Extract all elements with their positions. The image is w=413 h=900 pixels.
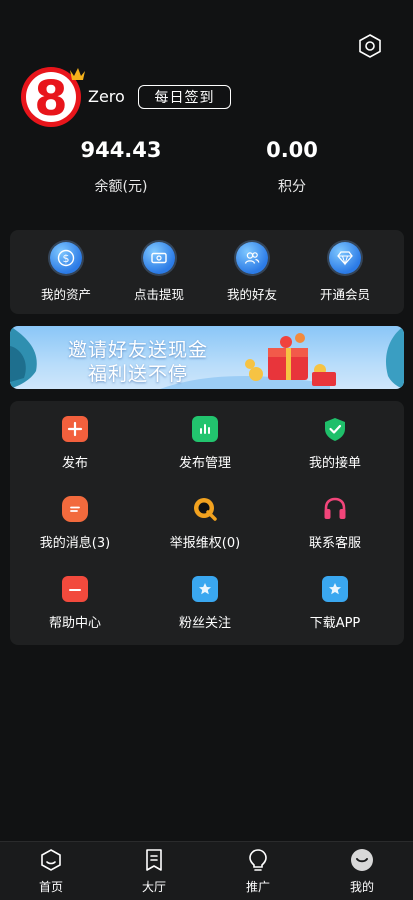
grid-item-help-center[interactable]: 帮助中心 — [10, 576, 140, 631]
bar-chart-icon — [192, 416, 218, 442]
points-label: 积分 — [278, 179, 306, 195]
plus-icon — [62, 416, 88, 442]
quick-action-friends[interactable]: 我的好友 — [207, 242, 297, 303]
invite-banner[interactable]: 邀请好友送现金 福利送不停 — [10, 326, 404, 389]
grid-item-label: 发布 — [61, 456, 88, 471]
grid-item-label: 我的接单 — [308, 456, 361, 471]
quick-action-label: 我的资产 — [40, 287, 91, 302]
profile-icon — [350, 848, 374, 872]
avatar-digit: 8 — [34, 71, 67, 127]
tab-hall[interactable]: 大厅 — [124, 848, 184, 895]
balance-value: 944.43 — [80, 138, 162, 162]
tab-mine[interactable]: 我的 — [332, 848, 392, 895]
headset-icon — [322, 496, 348, 522]
grid-item-messages[interactable]: 我的消息(3) — [10, 496, 140, 551]
quick-action-label: 点击提现 — [133, 287, 184, 302]
tab-label: 首页 — [38, 880, 63, 894]
dollar-coin-icon: $ — [50, 242, 82, 274]
tab-label: 我的 — [349, 880, 374, 894]
tab-promote[interactable]: 推广 — [228, 848, 288, 895]
daily-checkin-button[interactable]: 每日签到 — [138, 85, 231, 109]
settings-icon[interactable] — [357, 33, 383, 59]
grid-item-label: 联系客服 — [308, 536, 361, 551]
tab-label: 大厅 — [141, 880, 166, 894]
grid-item-label: 我的消息(3) — [39, 536, 111, 551]
quick-action-membership[interactable]: 开通会员 — [300, 242, 390, 303]
feature-grid-card: 发布 发布管理 我的接单 我的消息(3) 举报维权(0) 联系客服 帮助中心 粉… — [10, 401, 404, 645]
cash-note-icon — [143, 242, 175, 274]
star-icon — [322, 576, 348, 602]
banner-title: 邀请好友送现金 — [68, 339, 209, 361]
lightbulb-icon — [246, 848, 270, 872]
calendar-icon — [62, 576, 88, 602]
tab-home[interactable]: 首页 — [21, 848, 81, 895]
grid-item-label: 帮助中心 — [48, 616, 101, 631]
message-icon — [62, 496, 88, 522]
grid-item-report[interactable]: 举报维权(0) — [140, 496, 270, 551]
balance-label: 余额(元) — [94, 179, 148, 195]
magnifier-icon — [192, 496, 218, 522]
tab-label: 推广 — [245, 880, 270, 894]
grid-item-publish[interactable]: 发布 — [10, 416, 140, 471]
quick-action-label: 开通会员 — [319, 287, 370, 302]
svg-text:$: $ — [63, 252, 70, 265]
points-value: 0.00 — [266, 138, 318, 162]
grid-item-customer-service[interactable]: 联系客服 — [270, 496, 400, 551]
quick-actions-card: $ 我的资产 点击提现 我的好友 开通会员 — [10, 230, 404, 314]
friends-icon — [236, 242, 268, 274]
quick-action-assets[interactable]: $ 我的资产 — [21, 242, 111, 303]
grid-item-fans[interactable]: 粉丝关注 — [140, 576, 270, 631]
avatar[interactable]: 8 — [20, 62, 86, 128]
grid-item-label: 发布管理 — [178, 456, 231, 471]
grid-item-my-orders[interactable]: 我的接单 — [270, 416, 400, 471]
grid-item-publish-manage[interactable]: 发布管理 — [140, 416, 270, 471]
home-icon — [39, 848, 63, 872]
bookmark-icon — [142, 848, 166, 872]
bottom-tab-bar: 首页 大厅 推广 我的 — [0, 841, 413, 900]
grid-item-download-app[interactable]: 下载APP — [270, 576, 400, 631]
grid-item-label: 举报维权(0) — [169, 536, 241, 551]
banner-subtitle: 福利送不停 — [88, 363, 189, 385]
star-icon — [192, 576, 218, 602]
username: Zero — [88, 87, 125, 106]
quick-action-label: 我的好友 — [226, 287, 277, 302]
grid-item-label: 下载APP — [309, 616, 361, 631]
quick-action-withdraw[interactable]: 点击提现 — [114, 242, 204, 303]
diamond-icon — [329, 242, 361, 274]
grid-item-label: 粉丝关注 — [178, 616, 231, 631]
shield-check-icon — [322, 416, 348, 442]
